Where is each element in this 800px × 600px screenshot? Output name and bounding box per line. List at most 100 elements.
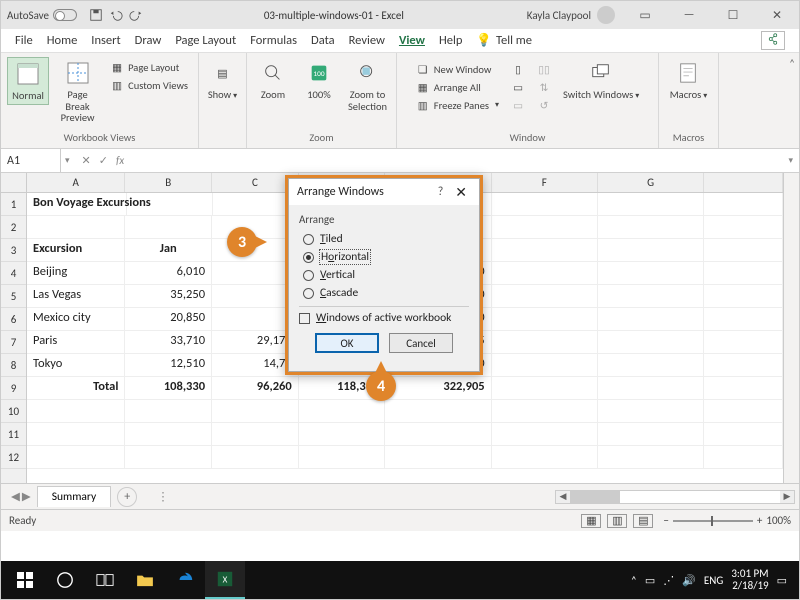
cell[interactable]: 35,250: [125, 285, 212, 308]
row-header[interactable]: 5: [1, 285, 26, 308]
vertical-scrollbar[interactable]: [783, 173, 799, 483]
view-side-by-side-button[interactable]: ▯▯: [533, 61, 555, 77]
tab-next-icon[interactable]: ▶: [22, 489, 31, 504]
cell[interactable]: Total: [27, 377, 125, 400]
tray-language[interactable]: ENG: [704, 574, 723, 587]
cell[interactable]: Mexico city: [27, 308, 125, 331]
scroll-left-icon[interactable]: ◀: [556, 491, 570, 503]
collapse-ribbon-icon[interactable]: ˄: [789, 57, 795, 70]
cell[interactable]: 108,330: [125, 377, 212, 400]
sync-scroll-button[interactable]: ⇅: [533, 79, 555, 95]
name-box[interactable]: A1: [1, 149, 61, 172]
normal-view-button[interactable]: Normal: [7, 57, 49, 105]
tell-me[interactable]: 💡 Tell me: [476, 33, 532, 48]
zoom-percent[interactable]: 100%: [766, 514, 791, 527]
menu-draw[interactable]: Draw: [135, 33, 162, 48]
cell[interactable]: Beijing: [27, 262, 125, 285]
cell[interactable]: Tokyo: [27, 354, 125, 377]
page-break-preview-button[interactable]: Page Break Preview: [53, 57, 102, 126]
fx-icon[interactable]: fx: [116, 154, 124, 167]
ribbon-options-icon[interactable]: ▭: [623, 1, 667, 29]
horizontal-scrollbar[interactable]: ◀ ▶: [555, 490, 795, 504]
row-header[interactable]: 8: [1, 354, 26, 377]
menu-home[interactable]: Home: [47, 33, 78, 48]
edge-icon[interactable]: [165, 561, 205, 599]
switch-windows-button[interactable]: Switch Windows▾: [559, 57, 643, 103]
freeze-panes-button[interactable]: ▥ Freeze Panes▾: [412, 97, 503, 113]
row-header[interactable]: 7: [1, 331, 26, 354]
cell[interactable]: Excursion: [27, 239, 125, 262]
select-all-corner[interactable]: [1, 173, 26, 193]
unhide-button[interactable]: ▭: [507, 97, 529, 113]
cell[interactable]: Las Vegas: [27, 285, 125, 308]
tab-prev-icon[interactable]: ◀: [11, 489, 20, 504]
tray-clock[interactable]: 3:01 PM 2/18/19: [731, 568, 768, 592]
close-icon[interactable]: ✕: [755, 1, 799, 29]
cancel-formula-icon[interactable]: ✕: [82, 154, 91, 167]
menu-formulas[interactable]: Formulas: [250, 33, 297, 48]
col-header[interactable]: B: [125, 173, 212, 192]
zoom-slider[interactable]: [673, 520, 753, 522]
sheet-tab-summary[interactable]: Summary: [37, 486, 111, 507]
cell[interactable]: 20,850: [125, 308, 212, 331]
dialog-close-icon[interactable]: ✕: [451, 184, 471, 201]
col-header[interactable]: A: [27, 173, 125, 192]
expand-formula-icon[interactable]: ▾: [782, 155, 799, 166]
cell[interactable]: Bon Voyage Excursions: [27, 193, 127, 216]
scroll-right-icon[interactable]: ▶: [780, 491, 794, 503]
minimize-icon[interactable]: —: [667, 1, 711, 29]
zoom-button[interactable]: Zoom: [252, 57, 294, 103]
file-explorer-icon[interactable]: [125, 561, 165, 599]
row-header[interactable]: 12: [1, 446, 26, 469]
row-header[interactable]: 10: [1, 400, 26, 423]
cancel-button[interactable]: Cancel: [389, 333, 453, 353]
cortana-icon[interactable]: [45, 561, 85, 599]
page-layout-button[interactable]: ▦ Page Layout: [106, 59, 192, 75]
user-name[interactable]: Kayla Claypool: [519, 6, 623, 24]
zoom-to-selection-button[interactable]: Zoom to Selection: [344, 57, 391, 114]
cell[interactable]: 12,510: [125, 354, 212, 377]
arrange-all-button[interactable]: ▦ Arrange All: [412, 79, 503, 95]
zoom-out-icon[interactable]: −: [663, 514, 668, 527]
tray-volume-icon[interactable]: 🔊: [682, 574, 696, 587]
row-header[interactable]: 9: [1, 377, 26, 400]
zoom-100-button[interactable]: 100 100%: [298, 57, 340, 103]
row-header[interactable]: 1: [1, 193, 26, 216]
macros-button[interactable]: Macros▾: [666, 57, 712, 103]
page-layout-statusbar-icon[interactable]: ▥: [607, 514, 627, 528]
enter-formula-icon[interactable]: ✓: [99, 154, 108, 167]
normal-view-statusbar-icon[interactable]: ▦: [581, 514, 601, 528]
row-header[interactable]: 4: [1, 262, 26, 285]
autosave-toggle[interactable]: AutoSave: [1, 9, 83, 22]
zoom-in-icon[interactable]: +: [757, 514, 762, 527]
name-box-dropdown-icon[interactable]: ▾: [61, 155, 74, 166]
menu-review[interactable]: Review: [349, 33, 385, 48]
tray-notifications-icon[interactable]: ▭: [777, 574, 787, 587]
menu-insert[interactable]: Insert: [91, 33, 120, 48]
custom-views-button[interactable]: ▥ Custom Views: [106, 77, 192, 93]
col-header[interactable]: [704, 173, 783, 192]
dialog-help-icon[interactable]: ?: [430, 185, 452, 199]
checkbox-active-workbook[interactable]: Windows of active workbook: [299, 306, 469, 327]
hide-button[interactable]: ▭: [507, 79, 529, 95]
menu-view[interactable]: View: [399, 33, 425, 48]
row-header[interactable]: 3: [1, 239, 26, 262]
split-button[interactable]: ▯: [507, 61, 529, 77]
tray-chevron-icon[interactable]: ˄: [631, 574, 637, 587]
reset-position-button[interactable]: ↺: [533, 97, 555, 113]
redo-icon[interactable]: [129, 8, 143, 22]
menu-data[interactable]: Data: [311, 33, 335, 48]
save-icon[interactable]: [89, 8, 103, 22]
radio-tiled[interactable]: Tiled: [299, 230, 469, 248]
show-button[interactable]: ▤ Show▾: [202, 57, 244, 103]
share-button[interactable]: [761, 31, 785, 50]
excel-taskbar-icon[interactable]: X: [205, 561, 245, 599]
cell[interactable]: 322,905: [385, 377, 491, 400]
cell[interactable]: 33,710: [125, 331, 212, 354]
tray-battery-icon[interactable]: ▭: [645, 574, 655, 587]
col-header[interactable]: F: [492, 173, 598, 192]
maximize-icon[interactable]: ☐: [711, 1, 755, 29]
add-sheet-button[interactable]: +: [117, 487, 137, 507]
tray-wifi-icon[interactable]: ⋰: [663, 574, 674, 587]
radio-horizontal[interactable]: Horizontal: [299, 248, 469, 266]
